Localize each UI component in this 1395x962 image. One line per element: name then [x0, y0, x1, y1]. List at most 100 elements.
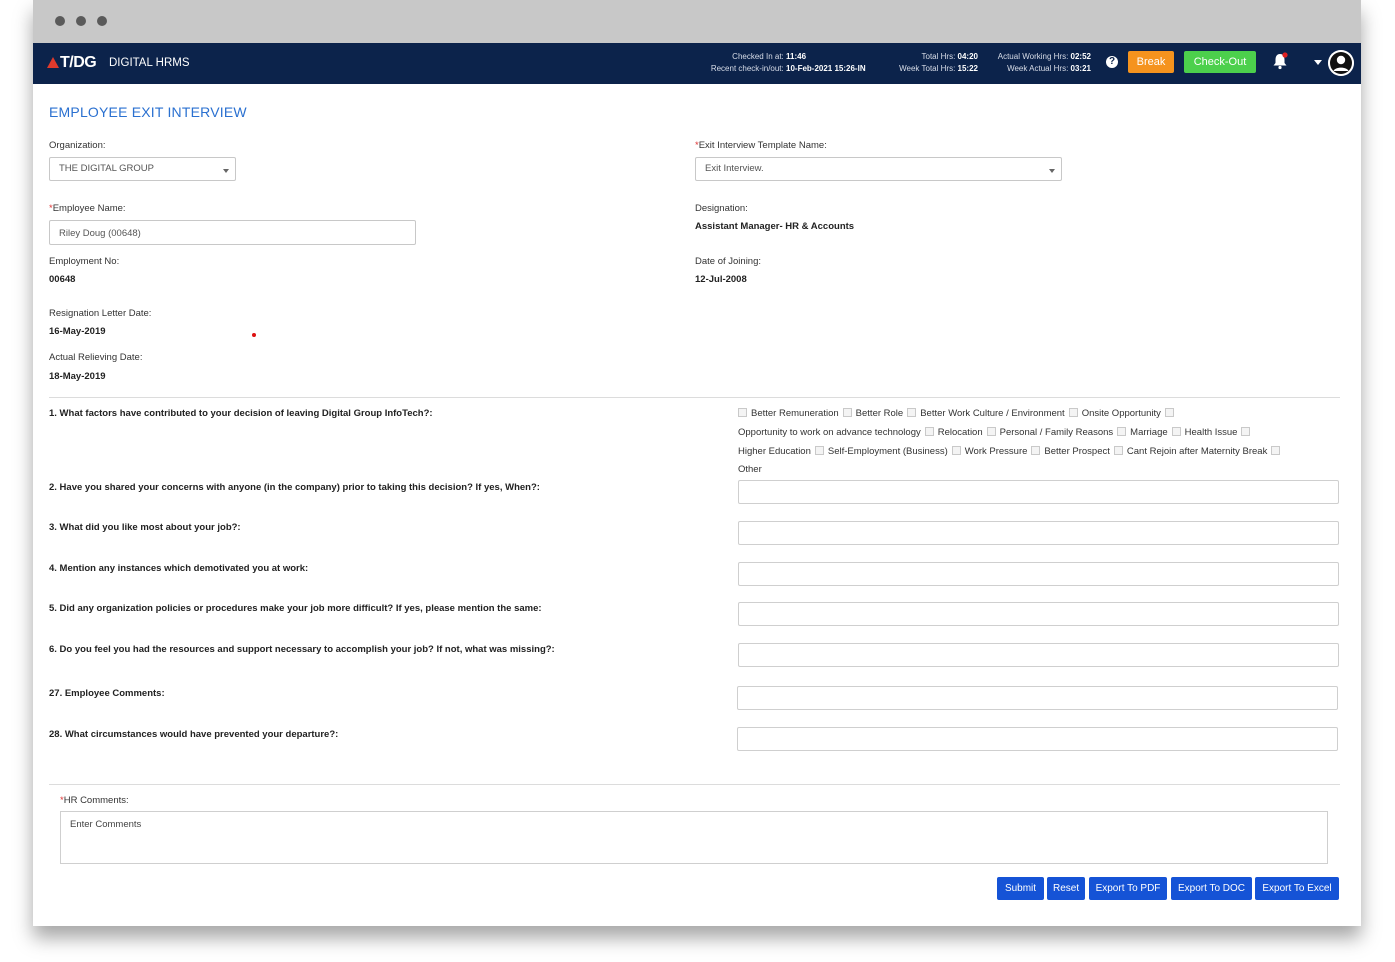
break-button[interactable]: Break	[1128, 51, 1174, 73]
factor-label: Better Work Culture / Environment	[920, 408, 1065, 419]
employee-name-label-text: Employee Name:	[52, 203, 126, 214]
checkbox[interactable]	[814, 446, 824, 455]
factor-label: Relocation	[937, 427, 983, 438]
checkout-button[interactable]: Check-Out	[1184, 51, 1256, 73]
answer-input[interactable]	[737, 686, 1338, 710]
company-logo[interactable]: T/DG	[47, 54, 97, 72]
total-hrs-label: Total Hrs:	[921, 52, 956, 61]
chevron-down-icon	[223, 169, 229, 173]
export-pdf-button[interactable]: Export To PDF	[1089, 877, 1167, 900]
question-1: 1. What factors have contributed to your…	[49, 408, 433, 419]
resignation-date-value: 16-May-2019	[49, 326, 106, 337]
help-icon[interactable]: ?	[1106, 56, 1118, 68]
hr-comments-label-text: HR Comments:	[63, 795, 129, 806]
factor-label: Cant Rejoin after Maternity Break	[1126, 446, 1268, 457]
checked-in-label: Checked In at:	[732, 52, 784, 61]
user-avatar-icon[interactable]	[1328, 50, 1354, 76]
factor-label: Personal / Family Reasons	[999, 427, 1114, 438]
template-label-text: Exit Interview Template Name:	[698, 140, 827, 151]
checkin-stats: Checked In at: 11:46 Recent check-in/out…	[673, 51, 870, 75]
question-6: 6. Do you feel you had the resources and…	[49, 644, 555, 655]
employment-no-value: 00648	[49, 274, 76, 285]
factor-label: Self-Employment (Business)	[827, 446, 948, 457]
answer-input[interactable]	[738, 562, 1339, 586]
checkbox[interactable]	[1271, 446, 1281, 455]
answer-input[interactable]	[738, 643, 1339, 667]
user-menu-caret-icon[interactable]	[1314, 60, 1322, 65]
answer-input[interactable]	[738, 521, 1339, 545]
factor-label: Better Remuneration	[751, 408, 839, 419]
window-titlebar	[33, 0, 1361, 43]
factors-checkbox-row: Other	[738, 464, 762, 475]
question-27: 27. Employee Comments:	[49, 688, 165, 699]
template-label: *Exit Interview Template Name:	[695, 140, 827, 151]
section-divider	[49, 397, 1340, 398]
export-doc-button[interactable]: Export To DOC	[1171, 877, 1252, 900]
app-name: DIGITAL HRMS	[109, 57, 190, 69]
resignation-date-label: Resignation Letter Date:	[49, 308, 152, 319]
answer-input[interactable]	[738, 480, 1339, 504]
checkbox[interactable]	[1171, 427, 1181, 436]
window-control-dot[interactable]	[76, 16, 86, 26]
notification-bell-icon[interactable]	[1272, 52, 1288, 70]
date-of-joining-value: 12-Jul-2008	[695, 274, 747, 285]
designation-label: Designation:	[695, 203, 748, 214]
reset-button[interactable]: Reset	[1047, 877, 1085, 900]
organization-value: THE DIGITAL GROUP	[59, 163, 155, 174]
factor-label: Onsite Opportunity	[1081, 408, 1161, 419]
logo-triangle-icon	[47, 57, 59, 68]
window-control-dot[interactable]	[97, 16, 107, 26]
checkbox[interactable]	[1113, 446, 1123, 455]
factor-label: Work Pressure	[964, 446, 1028, 457]
week-total-value: 15:22	[957, 64, 978, 73]
section-divider	[49, 784, 1340, 785]
page-title: EMPLOYEE EXIT INTERVIEW	[49, 104, 247, 120]
organization-label: Organization:	[49, 140, 106, 151]
organization-select[interactable]: THE DIGITAL GROUP	[49, 157, 236, 181]
question-2: 2. Have you shared your concerns with an…	[49, 482, 540, 493]
checkbox[interactable]	[1117, 427, 1127, 436]
factor-label: Better Prospect	[1044, 446, 1110, 457]
template-select[interactable]: Exit Interview.	[695, 157, 1062, 181]
template-value: Exit Interview.	[705, 163, 764, 174]
hr-comments-textarea[interactable]: Enter Comments	[60, 811, 1328, 864]
relieving-date-label: Actual Relieving Date:	[49, 352, 143, 363]
checkbox[interactable]	[842, 408, 852, 417]
window-control-dot[interactable]	[55, 16, 65, 26]
recent-checkin-label: Recent check-in/out:	[710, 64, 784, 73]
factors-checkbox-row: Better Remuneration Better Role Better Wor…	[738, 408, 1178, 419]
answer-input[interactable]	[737, 727, 1338, 751]
checkbox[interactable]	[924, 427, 934, 436]
factor-label: Better Role	[855, 408, 904, 419]
factor-label: Other	[738, 464, 762, 475]
designation-value: Assistant Manager- HR & Accounts	[695, 221, 855, 232]
checkbox[interactable]	[907, 408, 917, 417]
checkbox[interactable]	[1164, 408, 1174, 417]
checkbox[interactable]	[986, 427, 996, 436]
recent-checkin-value: 10-Feb-2021 15:26-IN	[786, 64, 866, 73]
chevron-down-icon	[1049, 169, 1055, 173]
answer-input[interactable]	[738, 602, 1339, 626]
employment-no-label: Employment No:	[49, 256, 120, 267]
week-actual-label: Week Actual Hrs:	[1007, 64, 1069, 73]
employee-name-value: Riley Doug (00648)	[59, 228, 141, 239]
week-total-label: Week Total Hrs:	[899, 64, 956, 73]
hr-comments-label: *HR Comments:	[60, 795, 129, 806]
browser-window: T/DG DIGITAL HRMS Checked In at: 11:46 R…	[33, 0, 1361, 926]
actual-hours-stats: Actual Working Hrs: 02:52 Week Actual Hr…	[983, 51, 1091, 75]
total-hours-stats: Total Hrs: 04:20 Week Total Hrs: 15:22	[878, 51, 978, 75]
checkbox[interactable]	[1068, 408, 1078, 417]
cursor-dot	[252, 333, 256, 337]
factors-checkbox-row: Opportunity to work on advance technolog…	[738, 427, 1254, 438]
checkbox[interactable]	[1241, 427, 1251, 436]
checked-in-value: 11:46	[786, 52, 807, 61]
employee-name-input[interactable]: Riley Doug (00648)	[49, 220, 416, 245]
export-excel-button[interactable]: Export To Excel	[1255, 877, 1339, 900]
checkbox[interactable]	[738, 408, 747, 417]
checkbox[interactable]	[951, 446, 961, 455]
factor-label: Marriage	[1130, 427, 1168, 438]
checkbox[interactable]	[1031, 446, 1041, 455]
actual-working-value: 02:52	[1070, 52, 1091, 61]
top-navbar: T/DG DIGITAL HRMS Checked In at: 11:46 R…	[33, 43, 1361, 84]
submit-button[interactable]: Submit	[997, 877, 1044, 900]
